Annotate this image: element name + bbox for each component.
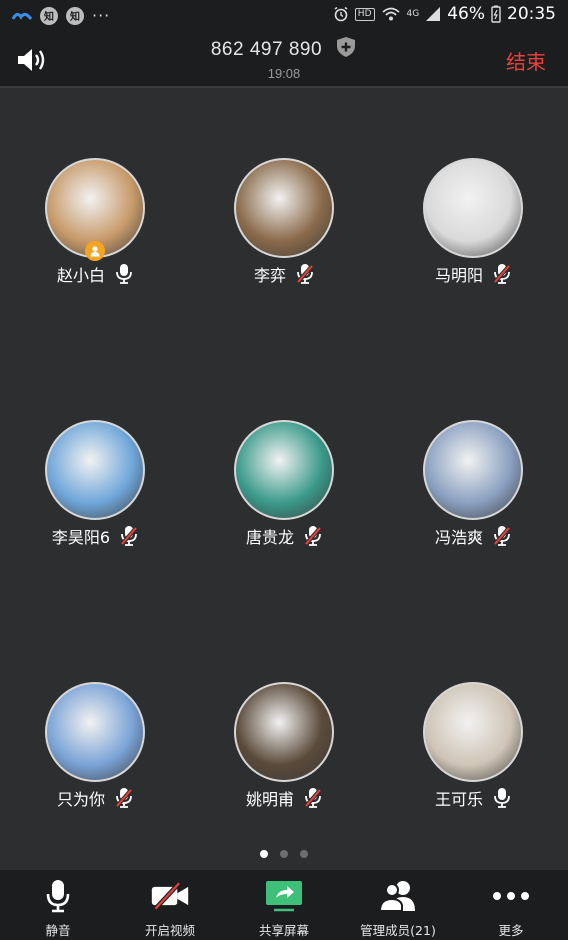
participant-name: 只为你	[56, 790, 105, 809]
page-indicator	[0, 850, 568, 858]
mute-button[interactable]: 静音	[28, 870, 88, 940]
members-icon	[378, 881, 415, 912]
avatar	[234, 682, 334, 782]
participant-tile[interactable]: 姚明甫	[189, 682, 379, 822]
participant-name-row: 李弈	[189, 262, 379, 286]
start-video-label: 开启视频	[144, 923, 195, 938]
meeting-toolbar: 静音 开启视频 共享屏幕 管理成员(21) 更多	[0, 870, 568, 940]
manage-members-label: 管理成员(21)	[360, 923, 436, 938]
microphone-muted-icon	[493, 525, 511, 547]
microphone-muted-icon	[296, 263, 314, 285]
avatar	[423, 682, 523, 782]
zhihu-icon: 知	[40, 6, 58, 25]
share-screen-label: 共享屏幕	[258, 923, 309, 938]
participant-tile[interactable]: 赵小白	[0, 158, 190, 298]
manage-members-button[interactable]: 管理成员(21)	[352, 870, 444, 940]
network-type: 4G	[406, 8, 420, 19]
participant-name: 马明阳	[434, 266, 483, 285]
microphone-muted-icon	[120, 525, 138, 547]
avatar	[423, 420, 523, 520]
microphone-muted-icon	[115, 787, 133, 809]
participant-tile[interactable]: 只为你	[0, 682, 190, 822]
microphone-muted-icon	[304, 787, 322, 809]
video-off-icon	[151, 881, 189, 911]
avatar	[45, 682, 145, 782]
participant-name-row: 冯浩爽	[378, 524, 568, 548]
meeting-id: 862 497 890	[210, 39, 323, 60]
page-dot[interactable]	[280, 850, 288, 858]
more-notifications-icon: ···	[92, 6, 111, 25]
end-meeting-button[interactable]: 结束	[506, 46, 546, 75]
more-label: 更多	[498, 923, 524, 938]
participant-name: 王可乐	[434, 790, 483, 809]
wifi-icon	[381, 7, 400, 21]
mute-label: 静音	[45, 923, 71, 938]
microphone-on-icon	[493, 787, 511, 809]
microphone-icon	[46, 880, 70, 913]
meeting-header: 862 497 890 19:08 结束	[0, 32, 568, 88]
meeting-duration: 19:08	[267, 66, 301, 81]
participant-tile[interactable]: 李弈	[189, 158, 379, 298]
microphone-muted-icon	[493, 263, 511, 285]
participant-name-row: 李昊阳6	[0, 524, 190, 548]
microphone-on-icon	[115, 263, 133, 285]
participant-name-row: 王可乐	[378, 786, 568, 810]
share-screen-button[interactable]: 共享屏幕	[249, 870, 319, 940]
page-dot[interactable]	[260, 850, 268, 858]
participant-name-row: 马明阳	[378, 262, 568, 286]
alarm-icon	[334, 6, 348, 22]
share-screen-icon	[266, 881, 302, 912]
participant-name-row: 姚明甫	[189, 786, 379, 810]
page-dot[interactable]	[300, 850, 308, 858]
participant-name: 冯浩爽	[434, 528, 483, 547]
battery-percent: 46%	[447, 4, 485, 24]
avatar	[45, 420, 145, 520]
participant-name-row: 赵小白	[0, 262, 190, 286]
battery-icon	[491, 5, 501, 23]
participant-tile[interactable]: 王可乐	[378, 682, 568, 822]
participant-name: 唐贵龙	[245, 528, 294, 547]
avatar	[423, 158, 523, 258]
app-notification-icon	[12, 12, 32, 20]
participant-name: 姚明甫	[245, 790, 294, 809]
host-badge-icon	[85, 241, 105, 261]
hd-badge: HD	[354, 7, 375, 21]
participant-tile[interactable]: 李昊阳6	[0, 420, 190, 560]
microphone-muted-icon	[304, 525, 322, 547]
more-dots-icon	[493, 892, 529, 900]
zhihu-icon: 知	[66, 6, 84, 25]
start-video-button[interactable]: 开启视频	[135, 870, 205, 940]
more-button[interactable]: 更多	[486, 870, 536, 940]
participant-name: 李昊阳6	[51, 528, 111, 547]
participant-name-row: 唐贵龙	[189, 524, 379, 548]
participant-tile[interactable]: 唐贵龙	[189, 420, 379, 560]
status-bar: 知 知 ··· HD 4G 46% 20:35	[0, 0, 568, 32]
participant-tile[interactable]: 马明阳	[378, 158, 568, 298]
shield-plus-icon[interactable]	[335, 36, 357, 58]
signal-icon	[426, 7, 441, 21]
participant-tile[interactable]: 冯浩爽	[378, 420, 568, 560]
participant-name: 李弈	[253, 266, 286, 285]
participant-name: 赵小白	[56, 266, 105, 285]
participant-name-row: 只为你	[0, 786, 190, 810]
clock: 20:35	[507, 4, 556, 24]
avatar	[234, 420, 334, 520]
avatar	[234, 158, 334, 258]
